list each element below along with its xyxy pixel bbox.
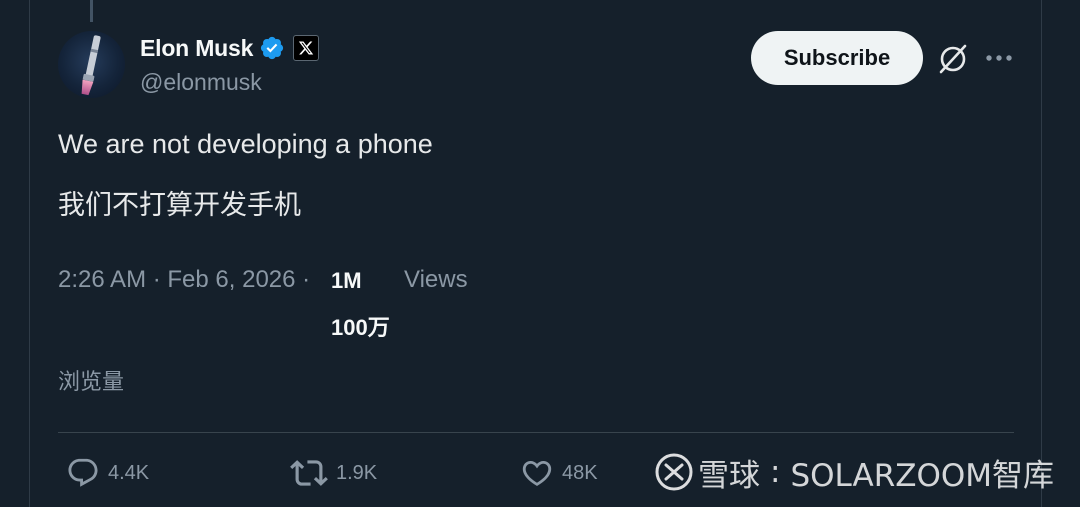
tweet-text-english: We are not developing a phone bbox=[58, 129, 433, 159]
retweet-icon bbox=[290, 460, 328, 486]
views-count-chinese: 100万 bbox=[331, 315, 390, 340]
retweet-count: 1.9K bbox=[336, 461, 378, 484]
x-logo-icon[interactable] bbox=[293, 35, 320, 61]
reply-icon bbox=[68, 458, 98, 487]
right-border bbox=[1041, 0, 1042, 507]
verified-badge-icon[interactable] bbox=[259, 35, 285, 61]
like-button[interactable]: 48K bbox=[520, 455, 598, 491]
watermark-xueqiu-text: 雪球 bbox=[698, 457, 760, 494]
watermark-solarzoom-text: SOLARZOOM智库 bbox=[790, 457, 1055, 494]
avatar[interactable] bbox=[58, 31, 125, 98]
reply-count: 4.4K bbox=[108, 461, 150, 484]
tweet-text-chinese: 我们不打算开发手机 bbox=[58, 190, 301, 221]
views-label-chinese: 浏览量 bbox=[58, 370, 125, 395]
author-display-name[interactable]: Elon Musk bbox=[140, 35, 253, 62]
thread-connector-line bbox=[90, 0, 93, 22]
reply-button[interactable]: 4.4K bbox=[66, 455, 149, 491]
author-handle[interactable]: @elonmusk bbox=[140, 69, 262, 96]
more-options-icon[interactable] bbox=[983, 44, 1015, 72]
xueqiu-logo-icon bbox=[655, 453, 693, 491]
views-label: Views bbox=[404, 266, 468, 293]
subscribe-button[interactable]: Subscribe bbox=[751, 31, 923, 85]
heart-icon bbox=[522, 460, 552, 486]
retweet-button[interactable]: 1.9K bbox=[290, 455, 377, 491]
watermark-separator: : bbox=[770, 454, 781, 490]
author-name-row: Elon Musk bbox=[140, 33, 320, 63]
actions-divider bbox=[58, 432, 1014, 433]
left-border bbox=[29, 0, 30, 507]
grok-icon[interactable] bbox=[936, 42, 970, 76]
watermark-overlay: 雪球 : SOLARZOOM智库 bbox=[654, 448, 1054, 496]
views-count: 1M bbox=[331, 268, 362, 293]
tweet-timestamp[interactable]: 2:26 AM · Feb 6, 2026 · bbox=[58, 266, 310, 294]
like-count: 48K bbox=[562, 461, 598, 484]
rocket-avatar-image bbox=[81, 35, 101, 96]
